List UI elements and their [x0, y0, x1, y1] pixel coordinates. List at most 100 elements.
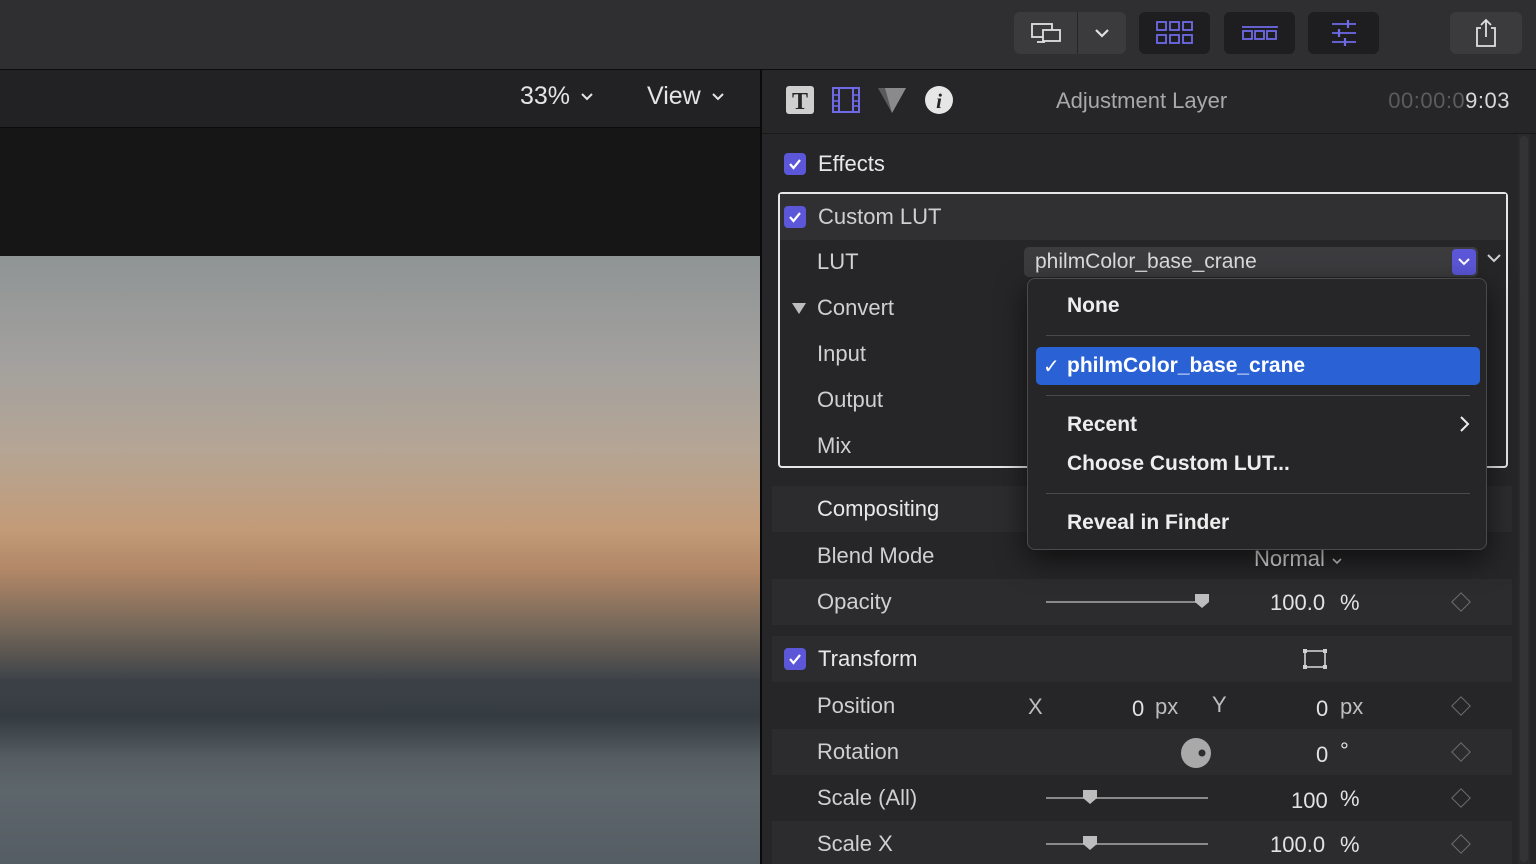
checkmark-icon: [789, 159, 801, 170]
scale-all-slider[interactable]: [1046, 797, 1208, 799]
custom-lut-checkbox[interactable]: [784, 206, 806, 228]
timecode-bright: 9:03: [1465, 88, 1510, 113]
output-label: Output: [817, 387, 884, 412]
timeline-toggle-button[interactable]: [1224, 12, 1295, 54]
view-menu-label: View: [647, 82, 701, 110]
chevron-right-icon: [1460, 416, 1470, 432]
position-x-value[interactable]: 0: [1132, 696, 1144, 722]
menu-separator: [1046, 395, 1470, 396]
tab-text[interactable]: T: [784, 84, 816, 116]
inspector-header: T i Adjustment Layer 00:00:09:03: [762, 70, 1536, 134]
rotation-row: Rotation: [772, 729, 1512, 775]
opacity-slider[interactable]: [1046, 601, 1208, 603]
timeline-icon: [1241, 26, 1278, 40]
chevron-down-icon: [1332, 558, 1342, 565]
viewer-letterbox: [0, 128, 760, 256]
menu-item-label: None: [1067, 294, 1120, 317]
input-label: Input: [817, 341, 866, 366]
viewer-panel: 33% View: [0, 70, 760, 864]
text-icon: T: [786, 86, 814, 115]
position-y-label: Y: [1212, 692, 1227, 717]
transform-header: Transform: [772, 636, 1512, 682]
browser-toggle-button[interactable]: [1139, 12, 1210, 54]
lut-value: philmColor_base_crane: [1035, 250, 1257, 273]
custom-lut-header: Custom LUT: [780, 194, 1506, 240]
rotation-label: Rotation: [817, 739, 899, 764]
mix-label: Mix: [817, 433, 852, 458]
video-frame: [0, 256, 760, 864]
svg-text:i: i: [936, 89, 942, 113]
transform-label: Transform: [818, 646, 918, 671]
lut-label: LUT: [817, 249, 859, 274]
inspector-toggle-button[interactable]: [1308, 12, 1379, 54]
tab-info[interactable]: i: [923, 84, 955, 116]
menu-item-choose-custom-lut[interactable]: Choose Custom LUT...: [1036, 445, 1480, 483]
info-icon: i: [925, 86, 953, 114]
position-y-value[interactable]: 0: [1316, 696, 1328, 722]
menu-item-label: philmColor_base_crane: [1067, 354, 1306, 377]
effects-checkbox[interactable]: [784, 153, 806, 175]
menu-item-label: Recent: [1067, 413, 1138, 436]
position-x-label: X: [1028, 694, 1043, 719]
position-x-unit: px: [1155, 694, 1179, 719]
timecode-dim: 00:00:0: [1388, 88, 1466, 113]
tab-color[interactable]: [876, 84, 908, 116]
app-window: 33% View T i Adjustment Layer 00:00:09:0…: [0, 0, 1536, 864]
checkmark-icon: [789, 212, 801, 223]
clip-title: Adjustment Layer: [1056, 88, 1228, 113]
video-icon: [832, 87, 860, 113]
menu-item-philmcolor-base-crane[interactable]: ✓ philmColor_base_crane: [1036, 347, 1480, 385]
chevron-down-icon[interactable]: [1486, 252, 1502, 264]
position-y-unit: px: [1340, 694, 1364, 719]
transform-overlay-icon[interactable]: [1302, 648, 1328, 670]
menu-item-label: Reveal in Finder: [1067, 511, 1230, 534]
zoom-menu[interactable]: 33%: [520, 82, 594, 111]
scrollbar[interactable]: [1518, 134, 1530, 864]
scale-x-label: Scale X: [817, 831, 893, 856]
share-button[interactable]: [1450, 12, 1522, 54]
disclosure-triangle-icon[interactable]: [790, 300, 808, 316]
convert-label: Convert: [817, 295, 895, 320]
scrollbar-thumb[interactable]: [1520, 136, 1528, 862]
menu-item-label: Choose Custom LUT...: [1067, 452, 1290, 475]
opacity-unit: %: [1340, 590, 1360, 615]
chevron-down-icon: [581, 92, 593, 100]
position-label: Position: [817, 693, 896, 718]
effects-label: Effects: [818, 151, 885, 176]
rotation-dial-icon[interactable]: [1180, 737, 1212, 769]
menu-separator: [1046, 335, 1470, 336]
scale-all-unit: %: [1340, 786, 1360, 811]
compositing-label: Compositing: [817, 496, 940, 521]
scale-all-value[interactable]: 100: [1291, 788, 1328, 814]
scale-all-slider-knob[interactable]: [1081, 788, 1099, 806]
sliders-icon: [1331, 20, 1356, 46]
viewer-bar: 33% View: [0, 70, 760, 128]
scale-all-label: Scale (All): [817, 785, 918, 810]
grid-icon: [1155, 21, 1193, 44]
scale-x-slider-knob[interactable]: [1081, 834, 1099, 852]
lut-popup[interactable]: philmColor_base_crane: [1024, 247, 1478, 277]
view-options-menu-button[interactable]: [1078, 12, 1126, 54]
opacity-slider-knob[interactable]: [1193, 592, 1211, 610]
rotation-value[interactable]: 0: [1316, 742, 1328, 768]
opacity-value[interactable]: 100.0: [1270, 590, 1325, 616]
effects-header: Effects: [772, 141, 1512, 187]
lut-menu: None ✓ philmColor_base_crane Recent Choo…: [1027, 278, 1487, 550]
view-menu[interactable]: View: [647, 82, 725, 111]
rotation-unit: °: [1340, 738, 1349, 763]
menu-item-recent[interactable]: Recent: [1036, 406, 1480, 444]
display-icon: [1030, 23, 1061, 43]
tab-video[interactable]: [830, 84, 862, 116]
svg-text:T: T: [792, 89, 808, 115]
filter-icon: [878, 88, 906, 113]
scale-x-value[interactable]: 100.0: [1270, 832, 1325, 858]
lut-popup-arrow[interactable]: [1452, 249, 1476, 275]
scale-x-slider[interactable]: [1046, 843, 1208, 845]
transform-checkbox[interactable]: [784, 648, 806, 670]
view-options-button[interactable]: [1014, 12, 1077, 54]
chevron-down-icon: [1458, 258, 1470, 266]
chevron-down-icon: [1095, 29, 1109, 38]
checkmark-icon: [789, 654, 801, 665]
menu-item-none[interactable]: None: [1036, 287, 1480, 325]
menu-item-reveal-in-finder[interactable]: Reveal in Finder: [1036, 504, 1480, 542]
